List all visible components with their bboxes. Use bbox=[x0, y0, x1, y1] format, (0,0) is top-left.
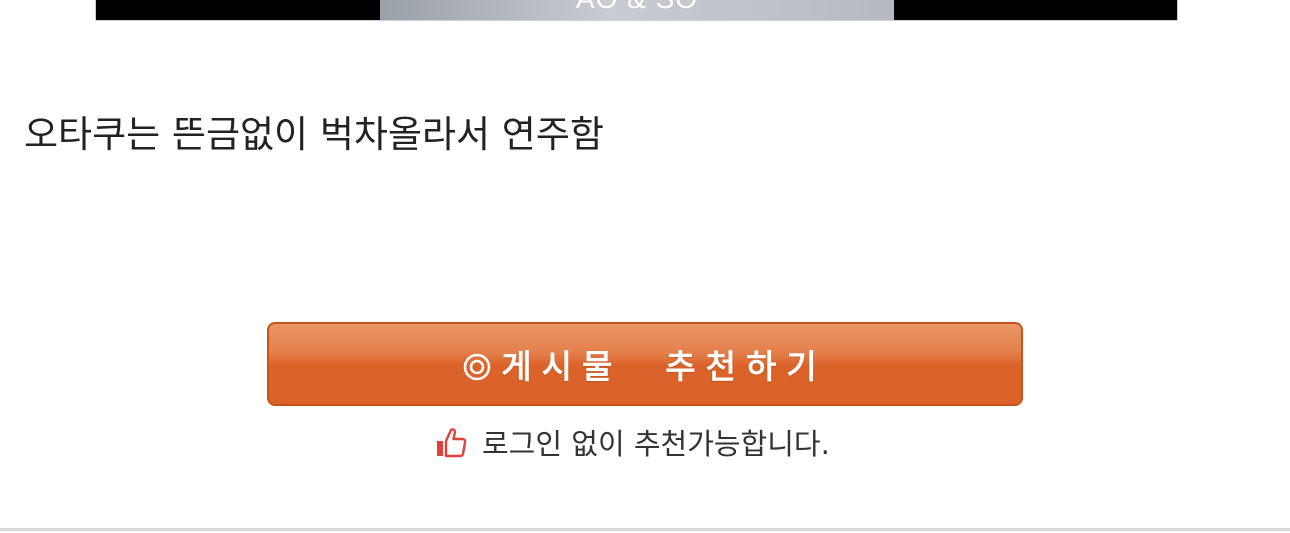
media-thumbnail: AO & SO bbox=[380, 0, 894, 20]
post-media[interactable]: AO & SO bbox=[95, 0, 1178, 21]
recommend-post-button[interactable]: 게시물 추천하기 bbox=[267, 322, 1023, 406]
section-divider bbox=[0, 528, 1290, 531]
target-icon bbox=[463, 350, 491, 381]
thumbs-up-icon bbox=[434, 425, 468, 459]
recommend-note: 로그인 없이 추천가능합니다. bbox=[434, 420, 830, 464]
post-page: AO & SO 오타쿠는 뜬금없이 벅차올라서 연주함 게시물 추천하기 로그인… bbox=[0, 0, 1290, 533]
media-caption: AO & SO bbox=[380, 0, 894, 14]
recommend-button-label: 게시물 추천하기 bbox=[501, 347, 827, 386]
post-body-text: 오타쿠는 뜬금없이 벅차올라서 연주함 bbox=[24, 113, 604, 156]
recommend-note-text: 로그인 없이 추천가능합니다. bbox=[482, 427, 830, 461]
